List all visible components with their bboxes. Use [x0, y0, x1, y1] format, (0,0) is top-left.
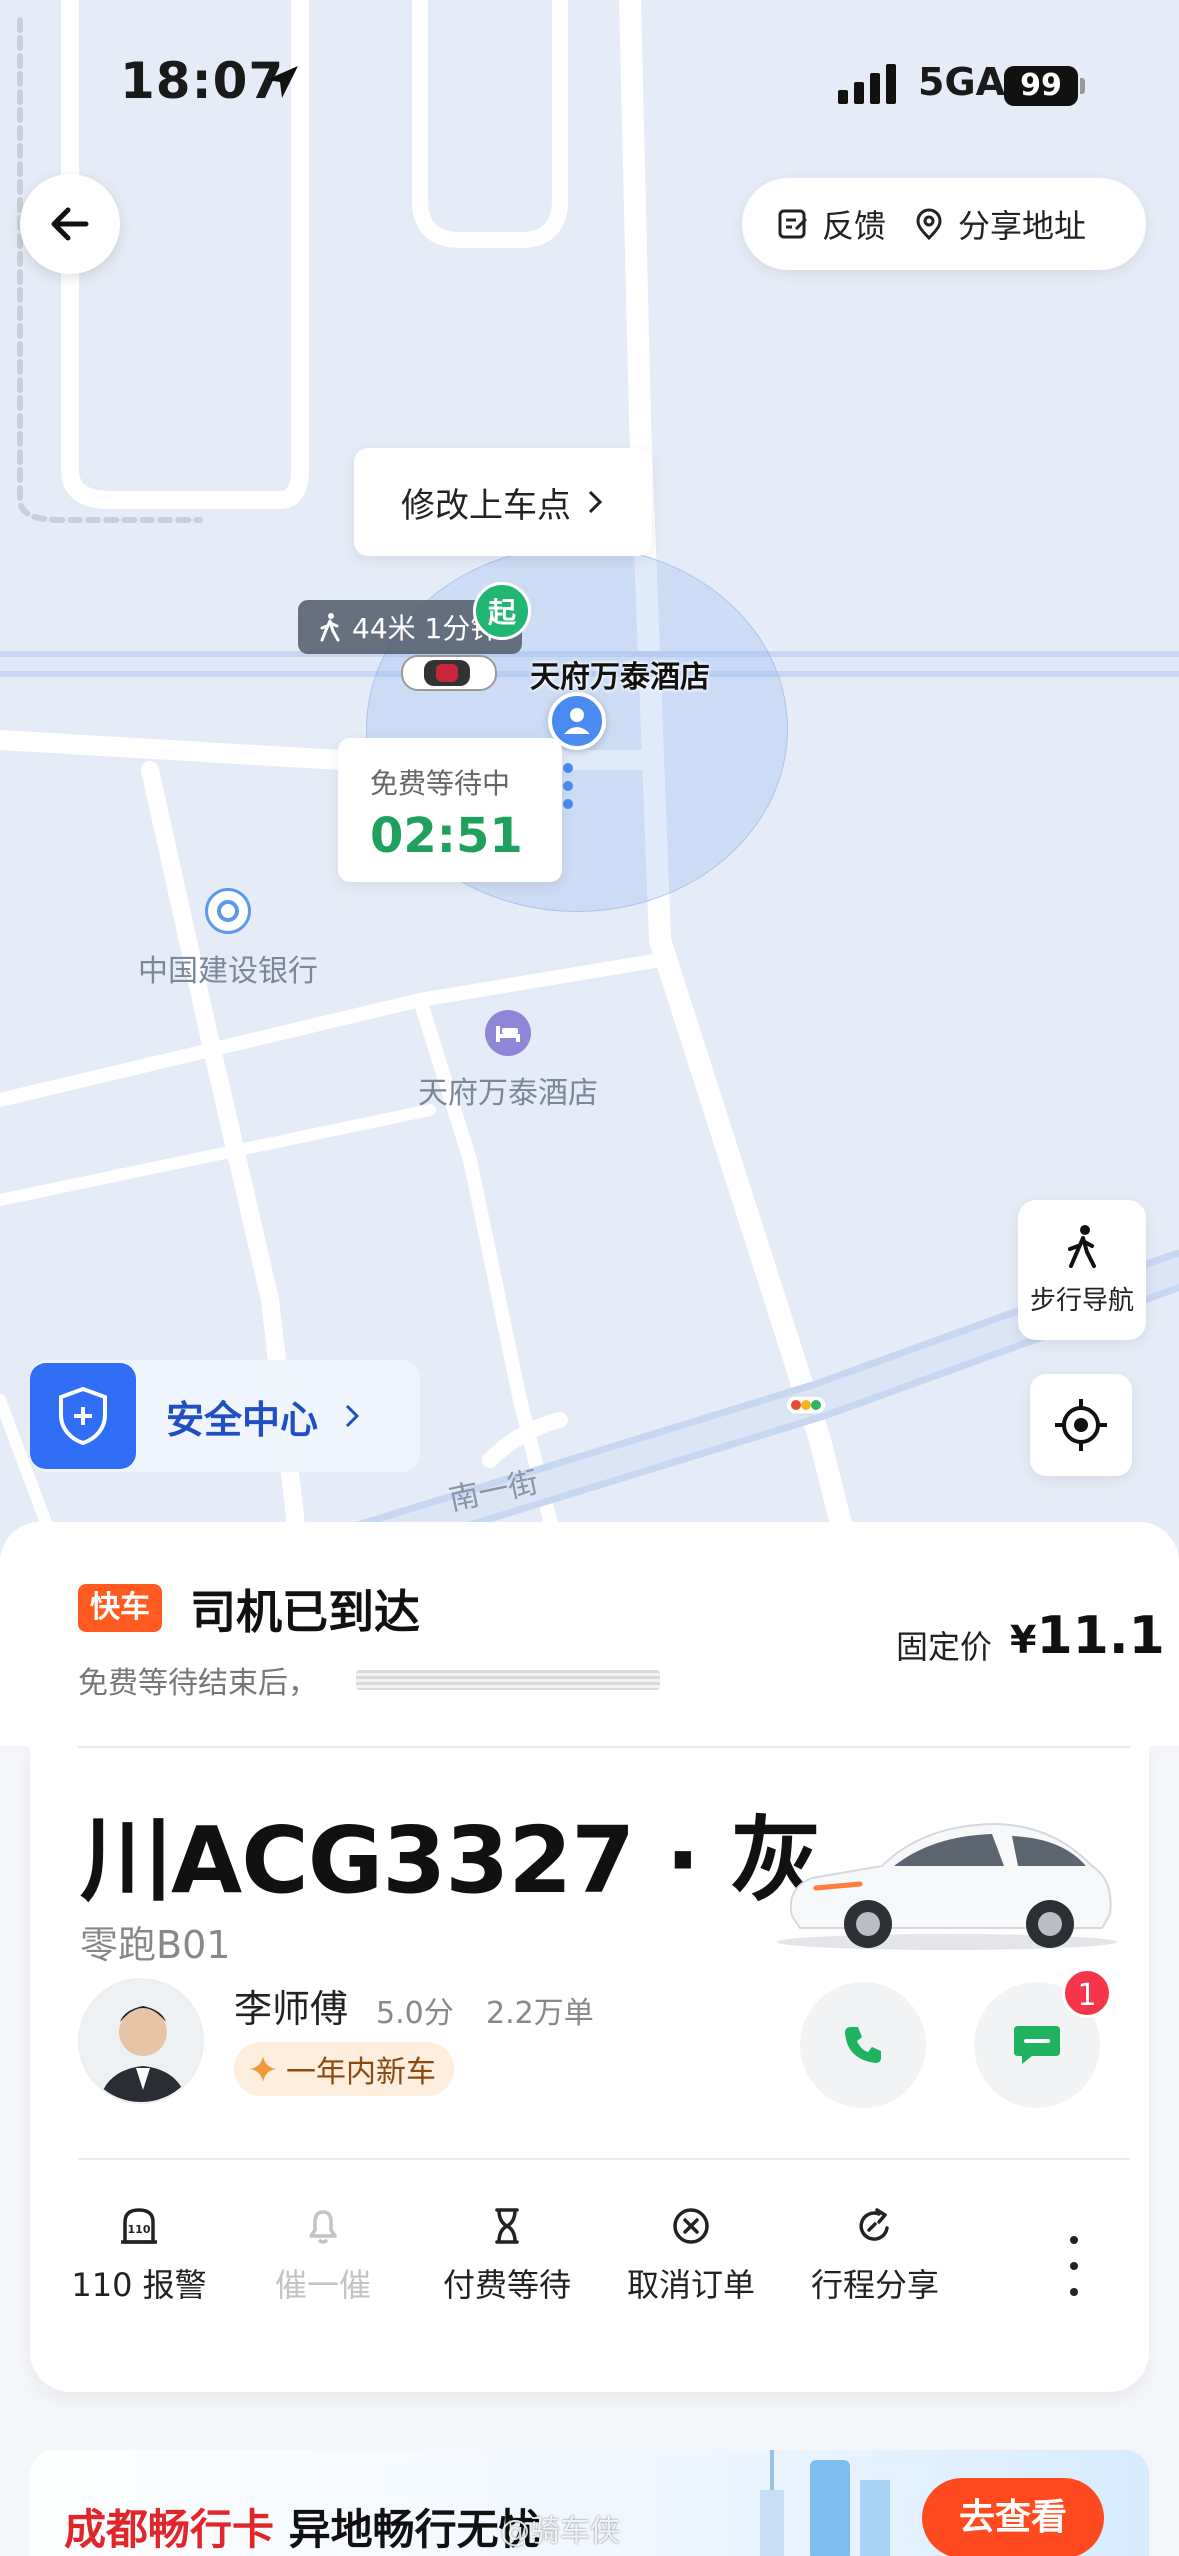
- price-value: 11.1: [1036, 1606, 1165, 1666]
- edit-note-icon: [778, 209, 808, 239]
- chevron-right-icon: [345, 1404, 360, 1428]
- chat-icon: [1014, 2026, 1060, 2064]
- change-pickup-label: 修改上车点: [401, 485, 571, 526]
- walk-navigation-button[interactable]: 步行导航: [1018, 1200, 1146, 1340]
- police-110-label: 110 报警: [71, 2266, 207, 2304]
- city-skyline-image: [760, 2450, 890, 2556]
- feedback-button[interactable]: 反馈: [776, 201, 886, 247]
- feedback-label: 反馈: [822, 207, 887, 245]
- bell-icon: [309, 2210, 337, 2244]
- driver-name: 李师傅: [234, 1987, 349, 2031]
- fixed-price-label: 固定价: [896, 1628, 993, 1666]
- share-trip-button[interactable]: 行程分享: [790, 2206, 960, 2306]
- shield-icon: [30, 1363, 136, 1469]
- license-plate: 川ACG3327 · 灰: [80, 1807, 822, 1914]
- call-driver-button[interactable]: [800, 1982, 926, 2108]
- ride-type-tag: 快车: [78, 1584, 162, 1632]
- divider: [78, 1746, 1130, 1748]
- poi-bank-label: 中国建设银行: [138, 954, 318, 989]
- cancel-order-label: 取消订单: [626, 2266, 755, 2304]
- poi-hotel[interactable]: 天府万泰酒店: [418, 1010, 598, 1112]
- back-button[interactable]: [20, 174, 120, 274]
- order-bottom-sheet: 快车 司机已到达 免费等待结束后， 固定价 ¥11.1 川ACG3327 · 灰…: [0, 1522, 1179, 2556]
- status-time: 18:07: [120, 52, 285, 110]
- driver-vehicle-card: 川ACG3327 · 灰 零跑B01 李师傅 5.0分 2.2万单 一年内新车 …: [30, 1746, 1149, 2392]
- arrow-left-icon: [51, 207, 89, 241]
- price-currency: ¥: [1010, 1618, 1037, 1662]
- police-icon: 110: [121, 2208, 157, 2244]
- driver-order-count: 2.2万单: [486, 1996, 594, 2031]
- poi-hotel-label: 天府万泰酒店: [418, 1076, 598, 1111]
- new-car-badge: 一年内新车: [234, 2042, 454, 2096]
- signal-icon: [838, 64, 896, 104]
- walking-icon: [1068, 1224, 1096, 1268]
- watermark: @骑车侠: [500, 2514, 620, 2549]
- car-model: 零跑B01: [80, 1923, 231, 1967]
- share-trip-label: 行程分享: [810, 2266, 939, 2304]
- poi-bank[interactable]: 中国建设银行: [138, 888, 318, 990]
- share-icon: [859, 2208, 889, 2241]
- urge-driver-button[interactable]: 催一催: [238, 2206, 408, 2306]
- promo-title: 成都畅行卡 异地畅行无忧: [64, 2496, 541, 2556]
- more-dot: [1070, 2236, 1078, 2244]
- svg-text:110: 110: [128, 2223, 151, 2236]
- top-action-bar: 反馈 分享地址: [742, 178, 1146, 270]
- hotel-icon: [485, 1010, 531, 1056]
- hourglass-icon: [495, 2208, 519, 2244]
- battery-indicator: 99: [1004, 66, 1078, 106]
- fixed-price[interactable]: ¥11.1: [1010, 1606, 1165, 1666]
- bank-icon: [205, 888, 251, 934]
- more-dot: [1070, 2262, 1078, 2270]
- walking-icon: [320, 613, 340, 642]
- change-pickup-button[interactable]: 修改上车点: [354, 448, 652, 556]
- pickup-location-label: 天府万泰酒店: [530, 660, 710, 695]
- recenter-location-button[interactable]: [1030, 1374, 1132, 1476]
- walk-path-dots: [563, 763, 573, 809]
- promo-title-highlight: 成都畅行卡: [64, 2505, 275, 2554]
- crosshair-icon: [1055, 1399, 1107, 1451]
- car-image: [777, 1822, 1117, 1950]
- driver-avatar[interactable]: [78, 1978, 204, 2104]
- network-type: 5GA: [918, 60, 1006, 104]
- promo-view-button[interactable]: 去查看: [922, 2478, 1104, 2556]
- cancel-order-button[interactable]: 取消订单: [606, 2206, 776, 2306]
- car-marker-icon: [401, 655, 497, 691]
- share-address-button[interactable]: 分享地址: [912, 201, 1086, 247]
- redacted-text: [356, 1670, 660, 1690]
- free-wait-timer: 02:51: [370, 808, 523, 864]
- safety-center-label: 安全中心: [166, 1397, 319, 1442]
- more-options-button[interactable]: [1064, 2236, 1084, 2296]
- urge-driver-label: 催一催: [274, 2266, 371, 2304]
- paid-wait-label: 付费等待: [442, 2266, 571, 2304]
- location-share-icon: [916, 208, 942, 241]
- share-address-label: 分享地址: [958, 207, 1087, 245]
- map-view[interactable]: 18:07 5GA 99 反馈 分享地址 修改上车点 44米 1分钟 起 天府万…: [0, 0, 1179, 1560]
- divider: [78, 2158, 1130, 2160]
- driver-rating: 5.0分: [376, 1996, 454, 2031]
- safety-center-button[interactable]: 安全中心: [30, 1360, 420, 1472]
- more-dot: [1070, 2288, 1078, 2296]
- order-status-header: 快车 司机已到达 免费等待结束后， 固定价 ¥11.1: [0, 1522, 1179, 1746]
- free-wait-timer-box: 免费等待中 02:51: [338, 738, 562, 882]
- location-arrow-icon: [266, 66, 298, 98]
- chevron-right-icon: [588, 490, 603, 514]
- walk-navigation-label: 步行导航: [1029, 1285, 1134, 1316]
- unread-message-badge: 1: [1062, 1968, 1112, 2018]
- status-bar: 18:07 5GA 99: [0, 0, 1179, 170]
- new-car-label: 一年内新车: [286, 2055, 436, 2090]
- battery-tip: [1080, 78, 1085, 94]
- wait-fee-note: 免费等待结束后，: [78, 1666, 318, 1701]
- sparkle-icon: [250, 2056, 276, 2082]
- free-wait-label: 免费等待中: [370, 767, 511, 800]
- cancel-icon: [673, 2208, 709, 2244]
- order-status-title: 司机已到达: [190, 1585, 420, 1639]
- paid-wait-button[interactable]: 付费等待: [422, 2206, 592, 2306]
- start-pin: 起: [473, 582, 531, 640]
- police-110-button[interactable]: 110 110 报警: [54, 2206, 224, 2306]
- phone-icon: [845, 2027, 881, 2063]
